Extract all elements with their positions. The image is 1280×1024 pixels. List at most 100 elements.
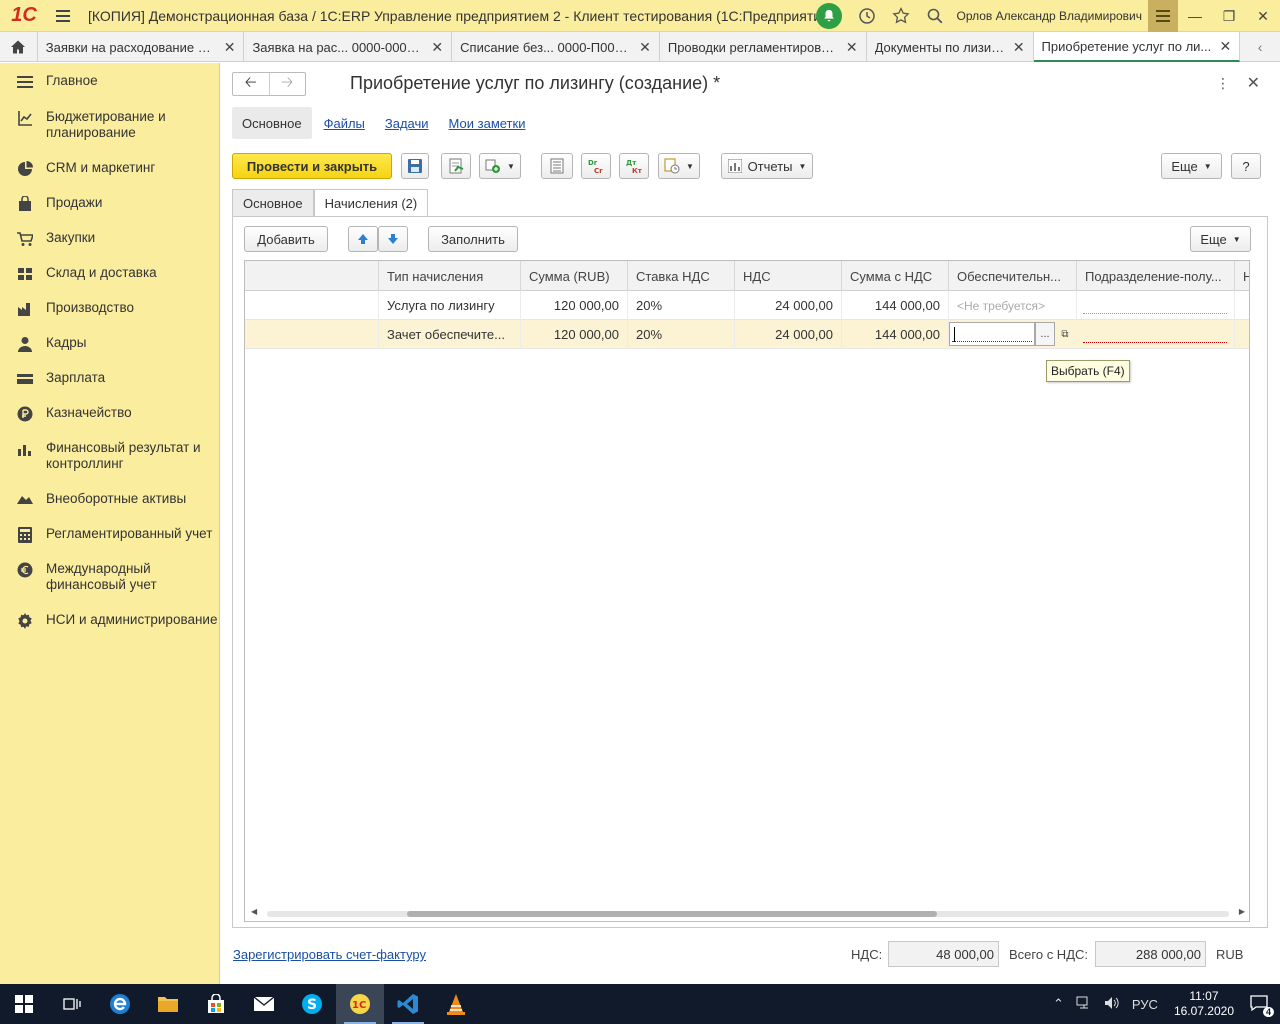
sidebar-item-regulated-accounting[interactable]: Регламентированный учет — [0, 526, 220, 544]
sidebar-item-administration[interactable]: НСИ и администрирование — [0, 612, 220, 630]
save-button[interactable] — [401, 153, 429, 179]
register-invoice-link[interactable]: Зарегистрировать счет-фактуру — [233, 947, 426, 962]
back-arrow-icon[interactable]: 🡠 — [233, 73, 270, 95]
select-button[interactable]: ... — [1035, 322, 1055, 346]
task-view-icon[interactable] — [48, 984, 96, 1024]
close-form-icon[interactable]: ✕ — [1247, 73, 1260, 93]
notification-bell-icon[interactable] — [816, 3, 843, 29]
section-tasks[interactable]: Задачи — [377, 107, 437, 139]
create-based-on-button[interactable]: ▼ — [479, 153, 521, 179]
column-header-accrual-type[interactable]: Тип начисления — [379, 261, 521, 291]
tab-close-icon[interactable]: ✕ — [1013, 39, 1025, 56]
cell-vat-rate[interactable]: 20% — [628, 320, 735, 349]
windows-start-icon[interactable] — [0, 984, 48, 1024]
main-menu-icon[interactable] — [48, 0, 78, 32]
user-name[interactable]: Орлов Александр Владимирович — [956, 9, 1142, 23]
vscode-icon[interactable] — [384, 984, 432, 1024]
skype-icon[interactable]: S — [288, 984, 336, 1024]
tab-accruals[interactable]: Начисления (2) — [313, 189, 429, 217]
edge-browser-icon[interactable] — [96, 984, 144, 1024]
tab-close-icon[interactable]: ✕ — [1220, 38, 1232, 55]
sidebar-item-sales[interactable]: Продажи — [0, 195, 220, 213]
column-header-sum-with-vat[interactable]: Сумма с НДС — [842, 261, 949, 291]
sidebar-item-budgeting[interactable]: Бюджетирование и планирование — [0, 109, 220, 141]
close-window-icon[interactable]: ✕ — [1246, 0, 1280, 32]
column-header-security[interactable]: Обеспечительн... — [949, 261, 1077, 291]
file-explorer-icon[interactable] — [144, 984, 192, 1024]
tabs-scroll-icon[interactable]: ‹ — [1240, 32, 1280, 61]
sidebar-item-crm[interactable]: CRM и маркетинг — [0, 160, 220, 178]
dt-kt-button[interactable]: Дт Кт — [619, 153, 649, 179]
horizontal-scrollbar[interactable]: ◀ ▶ — [245, 905, 1249, 921]
column-header-vat[interactable]: НДС — [735, 261, 842, 291]
home-icon[interactable] — [0, 32, 38, 62]
column-header-department[interactable]: Подразделение-полу... — [1077, 261, 1235, 291]
cell-sum-with-vat[interactable]: 144 000,00 — [842, 291, 949, 320]
sidebar-item-financial-result[interactable]: Финансовый результат и контроллинг — [0, 440, 220, 472]
more-button[interactable]: Еще ▼ — [1161, 153, 1222, 179]
column-header-row-number[interactable] — [245, 261, 379, 291]
restore-icon[interactable]: ❐ — [1212, 0, 1246, 32]
table-row-selected[interactable]: Зачет обеспечите... 120 000,00 20% 24 00… — [245, 320, 1249, 349]
section-files[interactable]: Файлы — [316, 107, 373, 139]
favorites-star-icon[interactable] — [884, 0, 918, 32]
action-center-icon[interactable]: 4 — [1250, 994, 1274, 1017]
forward-arrow-icon[interactable]: 🡢 — [270, 73, 306, 95]
sidebar-item-salary[interactable]: Зарплата — [0, 370, 220, 388]
tab-expense-request[interactable]: Заявка на рас... 0000-000009 ✕ — [244, 32, 453, 62]
vlc-icon[interactable] — [432, 984, 480, 1024]
open-icon[interactable]: ⧉ — [1055, 322, 1075, 346]
scroll-thumb[interactable] — [407, 911, 937, 917]
cell-sum[interactable]: 120 000,00 — [521, 320, 628, 349]
tray-expand-icon[interactable]: ⌃ — [1053, 996, 1064, 1012]
cell-department[interactable] — [1077, 320, 1235, 349]
tab-close-icon[interactable]: ✕ — [224, 39, 236, 56]
cell-accrual-type[interactable]: Зачет обеспечите... — [379, 320, 521, 349]
cell-accrual-type[interactable]: Услуга по лизингу — [379, 291, 521, 320]
security-input[interactable] — [949, 322, 1035, 346]
sidebar-item-purchases[interactable]: Закупки — [0, 230, 220, 248]
tab-regulated-entries[interactable]: Проводки регламентирова... ✕ — [660, 32, 867, 62]
more-actions-icon[interactable]: ⋮ — [1216, 75, 1230, 92]
keyboard-language[interactable]: РУС — [1132, 997, 1158, 1012]
tab-main[interactable]: Основное — [232, 189, 314, 216]
mail-icon[interactable] — [240, 984, 288, 1024]
reports-button[interactable]: Отчеты ▼ — [721, 153, 813, 179]
post-button[interactable] — [441, 153, 471, 179]
sidebar-item-main[interactable]: Главное — [0, 73, 220, 91]
cell-department[interactable] — [1077, 291, 1235, 320]
network-icon[interactable] — [1076, 996, 1092, 1013]
move-down-button[interactable] — [378, 226, 408, 252]
store-icon[interactable] — [192, 984, 240, 1024]
system-menu-icon[interactable] — [1148, 0, 1178, 32]
table-more-button[interactable]: Еще ▼ — [1190, 226, 1251, 252]
move-up-button[interactable] — [348, 226, 378, 252]
document-structure-button[interactable] — [541, 153, 573, 179]
table-row[interactable]: Услуга по лизингу 120 000,00 20% 24 000,… — [245, 291, 1249, 320]
dr-cr-button[interactable]: Dr Cr — [581, 153, 611, 179]
section-main[interactable]: Основное — [232, 107, 312, 139]
sidebar-item-hr[interactable]: Кадры — [0, 335, 220, 353]
sidebar-item-international[interactable]: Международный финансовый учет — [0, 561, 220, 593]
sidebar-item-production[interactable]: Производство — [0, 300, 220, 318]
add-row-button[interactable]: Добавить — [244, 226, 328, 252]
cell-vat-rate[interactable]: 20% — [628, 291, 735, 320]
section-notes[interactable]: Мои заметки — [441, 107, 534, 139]
tab-close-icon[interactable]: ✕ — [846, 39, 858, 56]
tab-leasing-requests[interactable]: Заявки на расходование д... ✕ — [38, 32, 245, 62]
1c-enterprise-icon[interactable]: 1С — [336, 984, 384, 1024]
cell-sum-with-vat[interactable]: 144 000,00 — [842, 320, 949, 349]
sidebar-item-fixed-assets[interactable]: Внеоборотные активы — [0, 491, 220, 509]
clock[interactable]: 11:07 16.07.2020 — [1174, 989, 1234, 1019]
sidebar-item-treasury[interactable]: Казначейство — [0, 405, 220, 423]
scroll-right-icon[interactable]: ▶ — [1239, 907, 1245, 916]
scroll-left-icon[interactable]: ◀ — [251, 907, 257, 916]
fill-button[interactable]: Заполнить — [428, 226, 518, 252]
tab-close-icon[interactable]: ✕ — [639, 39, 651, 56]
tab-close-icon[interactable]: ✕ — [431, 39, 443, 56]
column-header-sum[interactable]: Сумма (RUB) — [521, 261, 628, 291]
column-header-vat-rate[interactable]: Ставка НДС — [628, 261, 735, 291]
volume-icon[interactable] — [1104, 996, 1120, 1013]
column-header-next[interactable]: Н — [1235, 261, 1249, 291]
tab-leasing-documents[interactable]: Документы по лизингу ✕ — [867, 32, 1034, 62]
